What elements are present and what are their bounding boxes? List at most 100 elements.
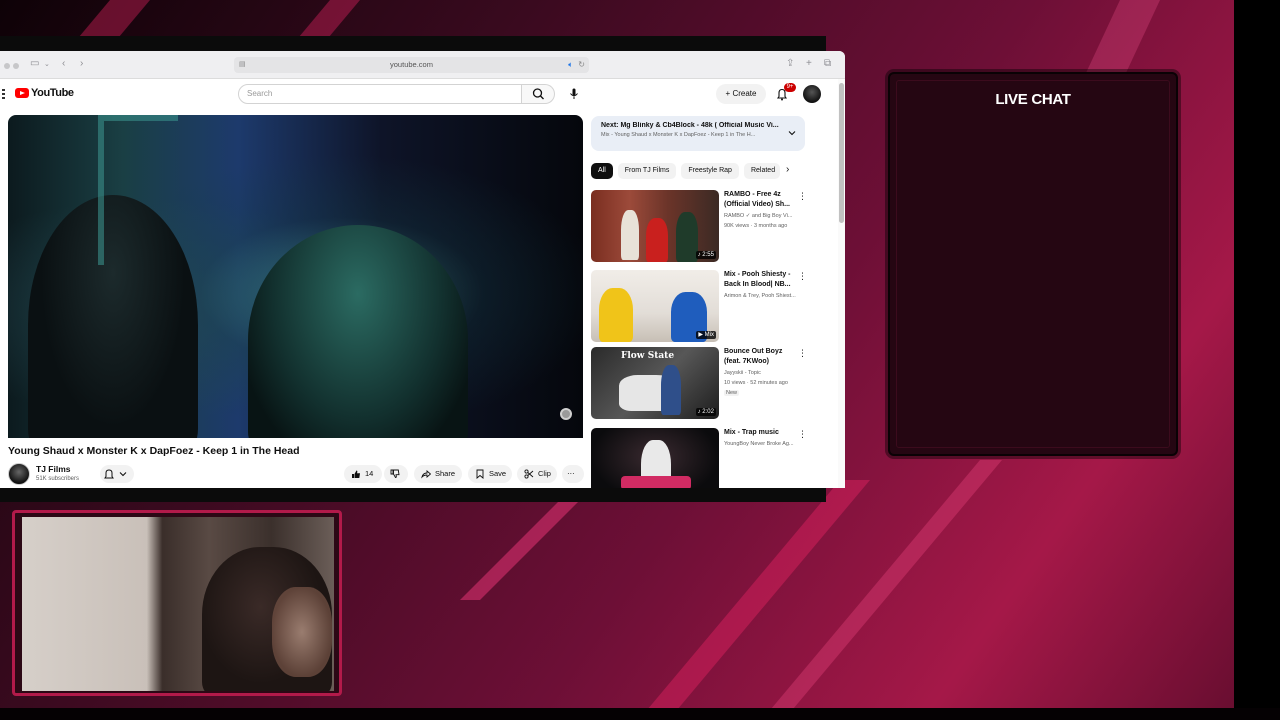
more-vertical-icon[interactable]: ⋮ (798, 272, 807, 281)
webcam-hand (272, 587, 332, 677)
share-icon[interactable]: ⇪ (786, 58, 794, 69)
live-chat-panel: LIVE CHAT (888, 72, 1178, 456)
new-badge: New (724, 390, 740, 396)
clip-button[interactable]: Clip (517, 465, 557, 483)
video-player[interactable] (8, 115, 583, 438)
thumbnail-figure (599, 288, 633, 342)
thumbnail-figure (646, 218, 668, 262)
voice-search-button[interactable] (564, 84, 584, 104)
more-horizontal-icon: ⋯ (567, 469, 575, 478)
video-duration: ▶ Mix (696, 331, 716, 339)
recommendation-item[interactable]: ♪ 2:55 RAMBO - Free 4z (Official Video) … (591, 190, 807, 262)
video-duration: ♪ 2:55 (695, 251, 716, 259)
video-thumbnail[interactable]: Flow State ♪ 2:02 (591, 347, 719, 419)
chip-all[interactable]: All (591, 163, 613, 179)
thumbnail-text: Flow State (621, 351, 675, 361)
recommendation-meta: 90K views · 3 months ago (724, 223, 788, 229)
more-vertical-icon[interactable]: ⋮ (798, 430, 807, 439)
youtube-play-icon (15, 88, 29, 98)
like-count: 14 (365, 469, 374, 478)
channel-avatar[interactable] (8, 463, 30, 485)
share-label: Share (435, 469, 456, 478)
video-person-center (248, 225, 468, 438)
search-button[interactable] (522, 84, 555, 104)
live-chat-title: LIVE CHAT (995, 91, 1071, 108)
clip-label: Clip (538, 469, 551, 478)
youtube-header: YouTube Search + Create 9+ (0, 79, 845, 111)
subscription-bell-button[interactable] (100, 465, 134, 483)
search-input[interactable]: Search (238, 84, 522, 104)
back-icon[interactable]: ‹ (62, 58, 65, 69)
bookmark-icon (476, 469, 484, 479)
video-thumbnail[interactable]: ▶ Mix (591, 270, 719, 342)
recommendation-title[interactable]: RAMBO - Free 4z (Official Video) Sh... (724, 190, 794, 210)
channel-name[interactable]: TJ Films (36, 464, 70, 474)
next-video-subtitle: Mix - Young Shaud x Monster K x DapFoez … (601, 132, 756, 138)
overlay-stripe (638, 480, 870, 720)
chip-freestyle-rap[interactable]: Freestyle Rap (681, 163, 739, 179)
video-thumbnail[interactable] (591, 428, 719, 488)
window-close-dot[interactable] (4, 63, 10, 69)
reload-icon[interactable]: ↻ (578, 57, 585, 73)
recommendation-channel[interactable]: RAMBO ✓ and Big Boy Vi... (724, 213, 804, 219)
chip-from-tj-films[interactable]: From TJ Films (617, 163, 677, 179)
overlay-stripe (76, 0, 150, 40)
speaker-icon[interactable]: 🔈︎ (568, 57, 573, 73)
thumbnail-accent (621, 476, 691, 488)
recommendation-channel[interactable]: YoungBoy Never Broke Ag... (724, 441, 804, 447)
recommendation-title[interactable]: Bounce Out Boyz (feat. 7KWoo) (724, 347, 794, 367)
page-scrollbar-thumb[interactable] (839, 83, 844, 223)
overlay-stripe (460, 500, 580, 600)
share-arrow-icon (421, 470, 431, 479)
new-tab-icon[interactable]: + (806, 58, 812, 69)
menu-icon[interactable] (2, 89, 5, 99)
create-button[interactable]: + Create (716, 84, 766, 104)
recommendation-item[interactable]: ▶ Mix Mix - Pooh Shiesty - Back In Blood… (591, 270, 807, 342)
forward-icon[interactable]: › (80, 58, 83, 69)
recommendation-title[interactable]: Mix - Pooh Shiesty - Back In Blood| NB..… (724, 270, 794, 290)
channel-subscribers: 51K subscribers (36, 476, 80, 482)
address-bar[interactable]: ▤ youtube.com 🔈︎ ↻ (234, 57, 589, 73)
microphone-icon (570, 88, 578, 99)
more-vertical-icon[interactable]: ⋮ (798, 192, 807, 201)
thumbnail-figure (676, 212, 698, 262)
chevron-down-icon[interactable] (787, 128, 797, 138)
bell-chevron-icon (104, 469, 127, 479)
recommendation-title[interactable]: Mix - Trap music (724, 428, 794, 438)
player-settings-icon[interactable] (560, 408, 572, 420)
more-vertical-icon[interactable]: ⋮ (798, 349, 807, 358)
like-button[interactable]: 14 (344, 465, 382, 483)
youtube-logo-text: YouTube (31, 87, 74, 99)
autoplay-next-card[interactable]: Next: Mg Blinky & Cb4Block - 48k ( Offic… (591, 116, 805, 151)
sidebar-toggle-icon[interactable]: ▭ (30, 58, 39, 69)
recommendation-item[interactable]: Flow State ♪ 2:02 Bounce Out Boyz (feat.… (591, 347, 807, 419)
scissors-icon (524, 469, 534, 479)
browser-window: ▭ ⌄ ‹ › ▤ youtube.com 🔈︎ ↻ ⇪ + ⧉ YouTube… (0, 51, 845, 488)
youtube-logo[interactable]: YouTube (15, 87, 74, 99)
tab-overview-icon[interactable]: ⧉ (824, 58, 831, 69)
share-button[interactable]: Share (414, 465, 462, 483)
account-avatar[interactable] (803, 85, 821, 103)
live-chat-inner-border (896, 80, 1170, 448)
video-doorframe (98, 115, 178, 265)
window-minimize-dot[interactable] (13, 63, 19, 69)
browser-titlebar: ▭ ⌄ ‹ › ▤ youtube.com 🔈︎ ↻ ⇪ + ⧉ (0, 51, 845, 79)
create-label: Create (732, 89, 757, 98)
chevron-down-icon[interactable]: ⌄ (44, 60, 50, 68)
notification-count-badge: 9+ (784, 83, 796, 92)
next-video-title: Next: Mg Blinky & Cb4Block - 48k ( Offic… (601, 122, 779, 129)
save-label: Save (489, 469, 507, 478)
thumbs-down-icon (390, 469, 400, 478)
video-title: Young Shaud x Monster K x DapFoez - Keep… (8, 445, 300, 457)
dislike-button[interactable] (384, 465, 408, 483)
bottom-black-bar (0, 708, 1280, 720)
recommendation-channel[interactable]: Arimon & Trey, Pooh Shiest... (724, 293, 804, 299)
thumbnail-figure (621, 210, 639, 260)
save-button[interactable]: Save (468, 465, 512, 483)
video-thumbnail[interactable]: ♪ 2:55 (591, 190, 719, 262)
chip-related[interactable]: Related (743, 163, 780, 179)
chevron-right-icon[interactable]: › (786, 164, 789, 175)
recommendation-item[interactable]: Mix - Trap music YoungBoy Never Broke Ag… (591, 428, 807, 488)
more-actions-button[interactable]: ⋯ (562, 465, 584, 483)
recommendation-channel[interactable]: Jayyskii - Topic (724, 370, 804, 376)
